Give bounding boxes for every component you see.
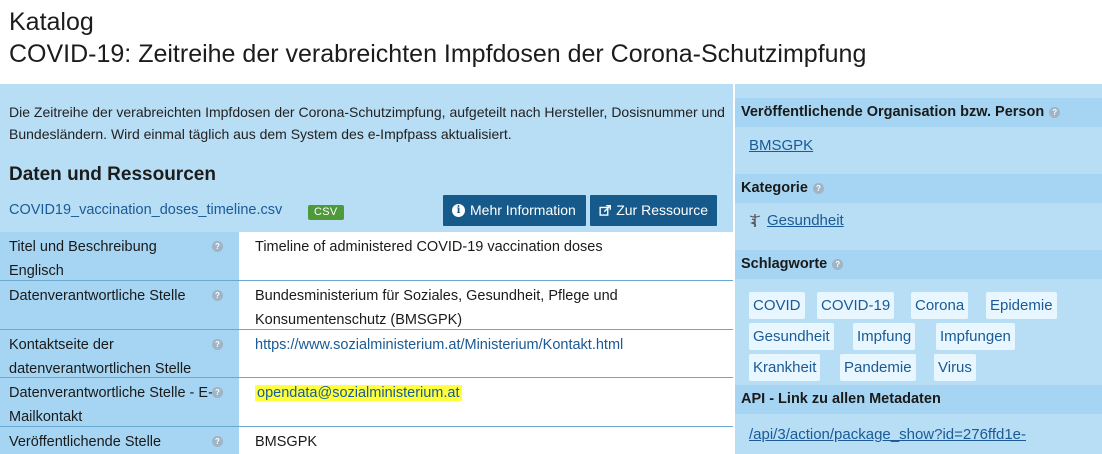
more-info-label: Mehr Information — [470, 202, 576, 218]
catalog-kicker: Katalog — [9, 8, 94, 36]
row-label: Datenverantwortliche Stelle - E-Mailkont… — [0, 378, 239, 426]
row-label: Kontaktseite der datenverantwortlichen S… — [0, 330, 239, 377]
sidebar: Veröffentlichende Organisation bzw. Pers… — [735, 84, 1102, 454]
tag-epidemie[interactable]: Epidemie — [986, 292, 1057, 319]
resources-heading: Daten und Ressourcen — [9, 164, 216, 185]
resource-file-link[interactable]: COVID19_vaccination_doses_timeline.csv — [9, 202, 282, 218]
page-header: Katalog COVID-19: Zeitreihe der verabrei… — [0, 0, 1102, 84]
api-heading: API - Link zu allen Metadaten — [735, 385, 1102, 414]
tag-pandemie[interactable]: Pandemie — [840, 354, 916, 381]
help-icon[interactable]: ? — [212, 436, 223, 447]
help-icon[interactable]: ? — [212, 387, 223, 398]
table-row: Datenverantwortliche Stelle - E-Mailkont… — [0, 378, 733, 427]
tag-impfung[interactable]: Impfung — [853, 323, 916, 350]
row-value: Timeline of administered COVID-19 vaccin… — [239, 232, 733, 280]
dataset-description: Die Zeitreihe der verabreichten Impfdose… — [9, 104, 725, 142]
api-link[interactable]: /api/3/action/package_show?id=276ffd1e- — [749, 426, 1026, 443]
caduceus-icon — [749, 214, 761, 228]
help-icon[interactable]: ? — [1049, 106, 1061, 118]
table-row: Veröffentlichende Stelle ? BMSGPK — [0, 427, 733, 454]
row-label: Titel und Beschreibung Englisch — [0, 232, 239, 280]
category-heading-label: Kategorie — [741, 180, 808, 196]
tag-gesundheit[interactable]: Gesundheit — [749, 323, 834, 350]
row-value: opendata@sozialministerium.at — [239, 378, 733, 426]
org-link[interactable]: BMSGPK — [749, 137, 813, 154]
tag-krankheit[interactable]: Krankheit — [749, 354, 821, 381]
tag-impfungen[interactable]: Impfungen — [936, 323, 1015, 350]
table-row: Kontaktseite der datenverantwortlichen S… — [0, 330, 733, 378]
main-content: Die Zeitreihe der verabreichten Impfdose… — [0, 84, 733, 454]
row-value: Bundesministerium für Soziales, Gesundhe… — [239, 281, 733, 329]
help-icon[interactable]: ? — [212, 290, 223, 301]
row-value: BMSGPK — [239, 427, 733, 454]
help-icon[interactable]: ? — [812, 182, 824, 194]
table-row: Datenverantwortliche Stelle ? Bundesmini… — [0, 281, 733, 330]
tag-virus[interactable]: Virus — [934, 354, 976, 381]
row-value: https://www.sozialministerium.at/Ministe… — [239, 330, 733, 377]
row-label: Veröffentlichende Stelle — [0, 427, 239, 454]
org-heading-label: Veröffentlichende Organisation bzw. Pers… — [741, 104, 1045, 120]
tags-heading-label: Schlagworte — [741, 256, 828, 272]
external-link-icon — [599, 205, 611, 216]
contact-page-link[interactable]: https://www.sozialministerium.at/Ministe… — [255, 337, 623, 353]
page-title: COVID-19: Zeitreihe der verabreichten Im… — [9, 40, 867, 68]
help-icon[interactable]: ? — [832, 258, 844, 270]
more-info-button[interactable]: i Mehr Information — [443, 195, 586, 226]
go-to-resource-label: Zur Ressource — [616, 202, 708, 218]
tag-covid[interactable]: COVID — [749, 292, 805, 319]
format-badge: CSV — [308, 205, 344, 220]
table-row: Titel und Beschreibung Englisch ? Timeli… — [0, 232, 733, 281]
category-link[interactable]: Gesundheit — [749, 212, 844, 229]
help-icon[interactable]: ? — [212, 339, 223, 350]
org-heading: Veröffentlichende Organisation bzw. Pers… — [735, 98, 1102, 127]
tag-corona[interactable]: Corona — [911, 292, 969, 319]
info-icon: i — [452, 204, 465, 217]
row-label: Datenverantwortliche Stelle — [0, 281, 239, 329]
tags-heading: Schlagworte? — [735, 250, 1102, 279]
category-heading: Kategorie? — [735, 174, 1102, 203]
category-label: Gesundheit — [767, 212, 844, 229]
help-icon[interactable]: ? — [212, 241, 223, 252]
tag-covid-19[interactable]: COVID-19 — [817, 292, 895, 319]
email-contact-link[interactable]: opendata@sozialministerium.at — [255, 385, 462, 401]
go-to-resource-button[interactable]: Zur Ressource — [590, 195, 717, 226]
